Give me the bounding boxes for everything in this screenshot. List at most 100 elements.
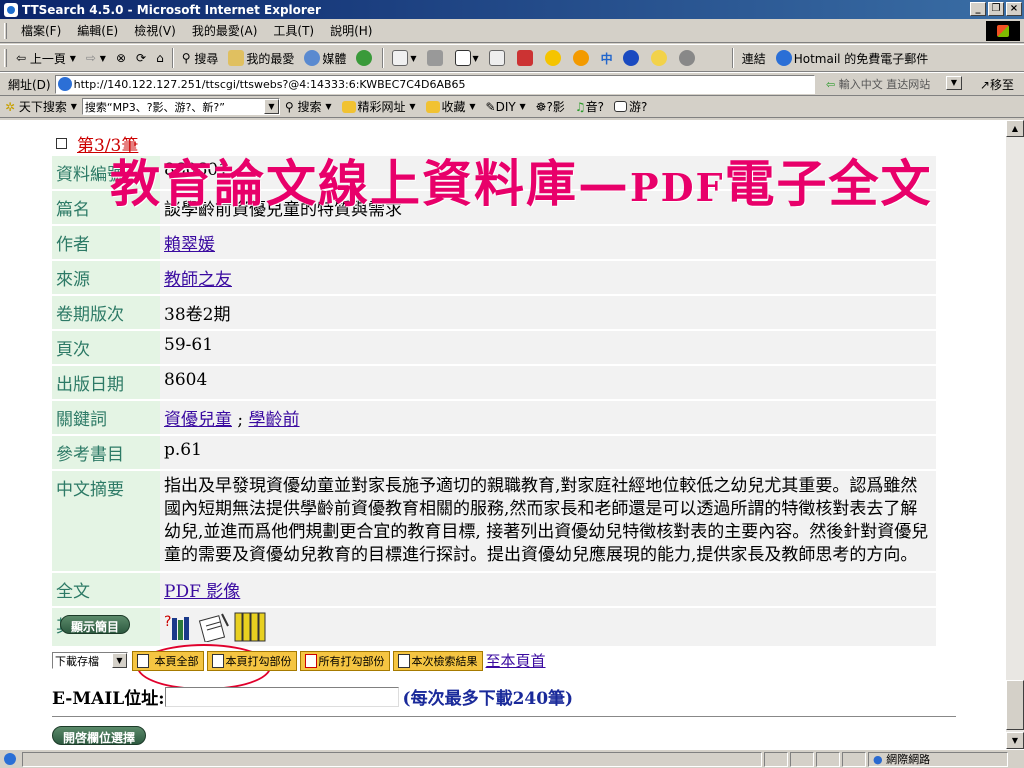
smiley-button[interactable] bbox=[540, 50, 568, 66]
close-button[interactable]: × bbox=[1006, 2, 1022, 16]
field-row: 卷期版次 38卷2期 bbox=[52, 296, 936, 331]
star-icon: ✲ bbox=[5, 99, 16, 114]
history-button[interactable] bbox=[351, 50, 379, 66]
scroll-down-button[interactable]: ▼ bbox=[1006, 732, 1024, 749]
status-pane bbox=[842, 751, 866, 767]
svg-text:?: ? bbox=[164, 614, 171, 630]
minimize-button[interactable]: _ bbox=[970, 2, 986, 16]
chinese-button[interactable]: 中 bbox=[596, 50, 618, 67]
address-bar: 網址(D) http://140.122.127.251/ttscgi/ttsw… bbox=[0, 72, 1024, 96]
all-checked-button[interactable]: 所有打勾部份 bbox=[299, 650, 390, 671]
address-dropdown[interactable]: ▼ bbox=[946, 76, 962, 90]
to-top-link[interactable]: 至本頁首 bbox=[486, 650, 546, 671]
menu-edit[interactable]: 編輯(E) bbox=[69, 22, 126, 39]
toolbar-search-button[interactable]: ⚲ 搜索 ▼ bbox=[280, 98, 337, 115]
chevron-down-icon: ▼ bbox=[409, 102, 416, 111]
show-brief-button[interactable]: 顯示簡目 bbox=[60, 615, 131, 634]
restore-button[interactable]: ❐ bbox=[988, 2, 1004, 16]
search-icon: ⚲ bbox=[181, 51, 191, 65]
messenger-button[interactable] bbox=[512, 50, 540, 66]
hotmail-link[interactable]: Hotmail 的免費電子郵件 bbox=[771, 50, 934, 67]
search-query-combo[interactable]: 搜索“MP3、?影、游?、新?” ▼ bbox=[81, 98, 280, 115]
extra-button[interactable] bbox=[674, 50, 702, 66]
chevron-down-icon[interactable]: ▼ bbox=[263, 99, 279, 114]
source-link[interactable]: 教師之友 bbox=[164, 270, 232, 290]
document-pen-icon[interactable] bbox=[198, 612, 230, 642]
history-icon bbox=[356, 50, 373, 66]
field-row: 其他連結 ? bbox=[52, 608, 936, 648]
document-icon bbox=[137, 653, 149, 668]
go-button[interactable]: ↗移至 bbox=[980, 76, 1024, 93]
session-results-button[interactable]: 本次檢索結果 bbox=[392, 650, 483, 671]
document-icon bbox=[397, 653, 410, 668]
collect-button[interactable]: 收藏 ▼ bbox=[421, 98, 481, 115]
toolbar-grip[interactable] bbox=[4, 49, 7, 67]
scroll-thumb[interactable] bbox=[1006, 680, 1024, 730]
pdf-image-link[interactable]: PDF 影像 bbox=[164, 582, 240, 602]
divider bbox=[52, 716, 956, 717]
tool-button[interactable] bbox=[618, 50, 646, 66]
field-label: 全文 bbox=[52, 573, 160, 606]
menu-file[interactable]: 檔案(F) bbox=[13, 22, 69, 39]
menu-favorites[interactable]: 我的最愛(A) bbox=[184, 22, 266, 39]
refresh-button[interactable]: ⟳ bbox=[131, 51, 151, 65]
edit-button[interactable]: ▼ bbox=[450, 50, 484, 66]
monitor-icon bbox=[613, 101, 627, 112]
stop-icon: ⊗ bbox=[115, 51, 126, 65]
status-pane bbox=[816, 751, 840, 767]
record-checkbox[interactable] bbox=[56, 137, 67, 149]
address-input[interactable]: http://140.122.127.251/ttscgi/ttswebs?@4… bbox=[54, 74, 815, 94]
sites-button[interactable]: 精彩网址 ▼ bbox=[337, 98, 421, 115]
open-fields-button[interactable]: 開啓欄位選擇 bbox=[52, 726, 147, 745]
game-button[interactable]: 游? bbox=[609, 98, 652, 115]
download-select[interactable]: 下載存檔 ▼ bbox=[52, 652, 128, 669]
keyword-link[interactable]: 學齡前 bbox=[249, 410, 300, 430]
home-button[interactable]: ⌂ bbox=[151, 51, 169, 65]
author-link[interactable]: 賴翠媛 bbox=[164, 235, 215, 255]
keyword-link[interactable]: 資優兒童 bbox=[164, 410, 232, 430]
field-label: 卷期版次 bbox=[52, 296, 160, 329]
smiley2-button[interactable] bbox=[568, 50, 596, 66]
media-button[interactable]: 媒體 bbox=[299, 50, 351, 67]
sky-search-button[interactable]: ✲ 天下搜索 ▼ bbox=[0, 98, 82, 115]
email-note: (每次最多下載240筆) bbox=[402, 689, 574, 709]
help-button[interactable] bbox=[646, 50, 674, 66]
menu-help[interactable]: 說明(H) bbox=[322, 22, 380, 39]
favorites-button[interactable]: 我的最愛 bbox=[223, 50, 299, 67]
menu-view[interactable]: 檢視(V) bbox=[126, 22, 184, 39]
search-icon: ⚲ bbox=[284, 99, 294, 114]
field-value: 8604 bbox=[160, 366, 936, 399]
status-pane bbox=[790, 751, 814, 767]
address-url: http://140.122.127.251/ttscgi/ttswebs?@4… bbox=[73, 77, 466, 91]
folder-icon bbox=[425, 100, 440, 113]
chevron-down-icon: ▼ bbox=[469, 102, 476, 111]
back-button[interactable]: ⇦ 上一頁 ▼ bbox=[11, 50, 81, 67]
scroll-up-button[interactable]: ▲ bbox=[1006, 120, 1024, 137]
vertical-scrollbar[interactable]: ▲ ▼ bbox=[1006, 120, 1024, 749]
gear-icon bbox=[678, 50, 695, 66]
mail-icon bbox=[392, 50, 409, 66]
forward-button[interactable]: ⇨ ▼ bbox=[81, 51, 111, 65]
favorites-icon bbox=[228, 50, 245, 66]
standard-toolbar: ⇦ 上一頁 ▼ ⇨ ▼ ⊗ ⟳ ⌂ ⚲ 搜尋 我的最愛 媒體 ▼ ▼ 中 連結 … bbox=[0, 44, 1024, 72]
page-checked-button[interactable]: 本頁打勾部份 bbox=[206, 650, 297, 671]
chevron-down-icon[interactable]: ▼ bbox=[112, 653, 127, 668]
print-button[interactable] bbox=[422, 50, 450, 66]
home-icon: ⌂ bbox=[156, 51, 164, 65]
abstract-text: 指出及早發現資優幼童並對家長施予適切的親職教育,對家庭社經地位較低之幼兒尤其重要… bbox=[160, 471, 936, 571]
movie-button[interactable]: ☸ ?影 bbox=[531, 98, 570, 115]
search-button[interactable]: ⚲ 搜尋 bbox=[177, 50, 224, 67]
email-input[interactable] bbox=[164, 686, 399, 707]
mail-button[interactable]: ▼ bbox=[387, 50, 421, 66]
toolbar-grip[interactable] bbox=[4, 22, 7, 39]
books-question-icon[interactable]: ? bbox=[164, 612, 194, 642]
window-title: TTSearch 4.5.0 - Microsoft Internet Expl… bbox=[22, 2, 321, 17]
diy-button[interactable]: ✎ DIY ▼ bbox=[481, 100, 531, 114]
checked-document-icon bbox=[304, 653, 317, 668]
page-all-button[interactable]: 本頁全部 bbox=[132, 650, 204, 671]
music-button[interactable]: ♫ 音? bbox=[570, 98, 609, 115]
discuss-button[interactable] bbox=[484, 50, 512, 66]
menu-tools[interactable]: 工具(T) bbox=[265, 22, 322, 39]
stop-button[interactable]: ⊗ bbox=[111, 51, 131, 65]
binders-icon[interactable] bbox=[234, 611, 266, 643]
